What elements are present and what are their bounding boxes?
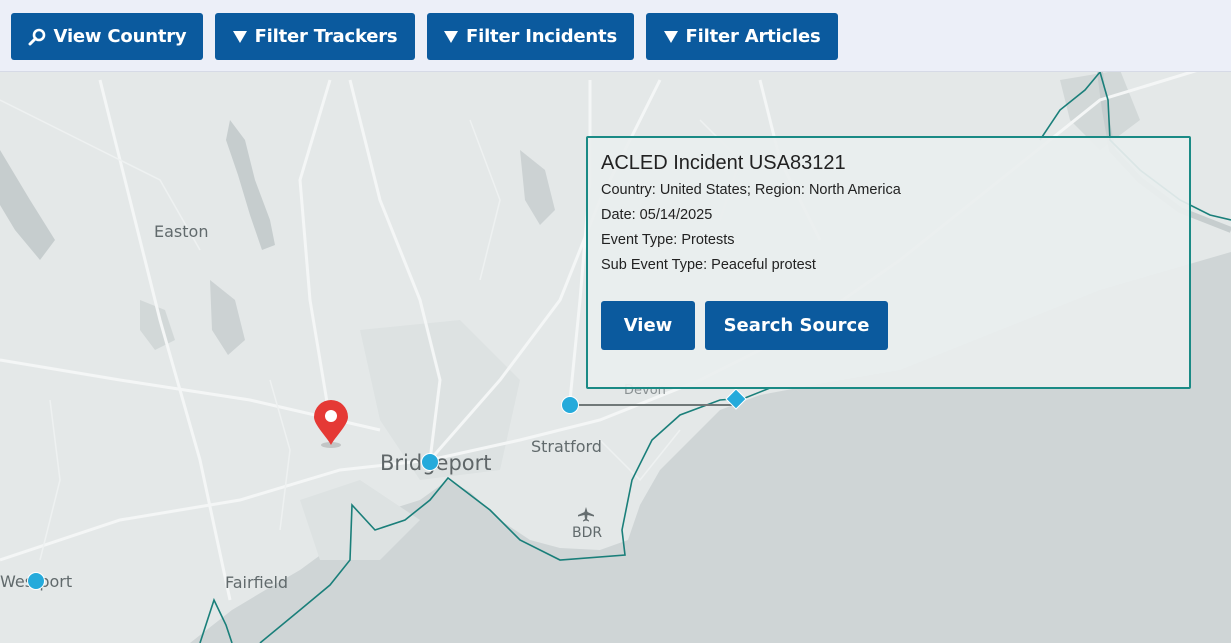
popup-country-line: Country: United States; Region: North Am… [601,182,901,198]
filter-incidents-label: Filter Incidents [466,26,617,47]
filter-articles-button[interactable]: Filter Articles [646,13,838,60]
toolbar: View Country Filter Trackers Filter Inci… [0,0,1231,72]
incident-marker[interactable] [421,453,439,471]
filter-trackers-button[interactable]: Filter Trackers [215,13,415,60]
view-country-button[interactable]: View Country [11,13,203,60]
incident-marker[interactable] [27,572,45,590]
lake-3 [210,280,245,355]
map-pin-icon [314,400,348,448]
map-label-fairfield: Fairfield [225,573,289,592]
filter-icon [444,30,458,44]
map-label-stratford: Stratford [531,437,602,456]
filter-icon [232,30,247,44]
incident-popup: ACLED Incident USA83121 Country: United … [586,136,1191,389]
map-label-easton: Easton [154,222,209,241]
airplane-icon [578,507,594,522]
search-icon [28,28,46,46]
popup-event-type-line: Event Type: Protests [601,232,735,248]
incident-marker[interactable] [561,396,579,414]
filter-articles-label: Filter Articles [685,26,821,47]
search-source-button[interactable]: Search Source [705,301,888,350]
filter-trackers-label: Filter Trackers [254,26,398,47]
filter-incidents-button[interactable]: Filter Incidents [427,13,634,60]
lake-2 [0,150,55,260]
view-button[interactable]: View [601,301,695,350]
lake-4 [520,150,555,225]
popup-sub-event-type-line: Sub Event Type: Peaceful protest [601,257,816,273]
view-country-label: View Country [53,26,187,47]
lake-1 [226,120,275,250]
map-label-bdr: BDR [572,525,603,541]
popup-date-line: Date: 05/14/2025 [601,207,713,223]
popup-title: ACLED Incident USA83121 [601,152,846,174]
filter-icon [663,30,678,44]
